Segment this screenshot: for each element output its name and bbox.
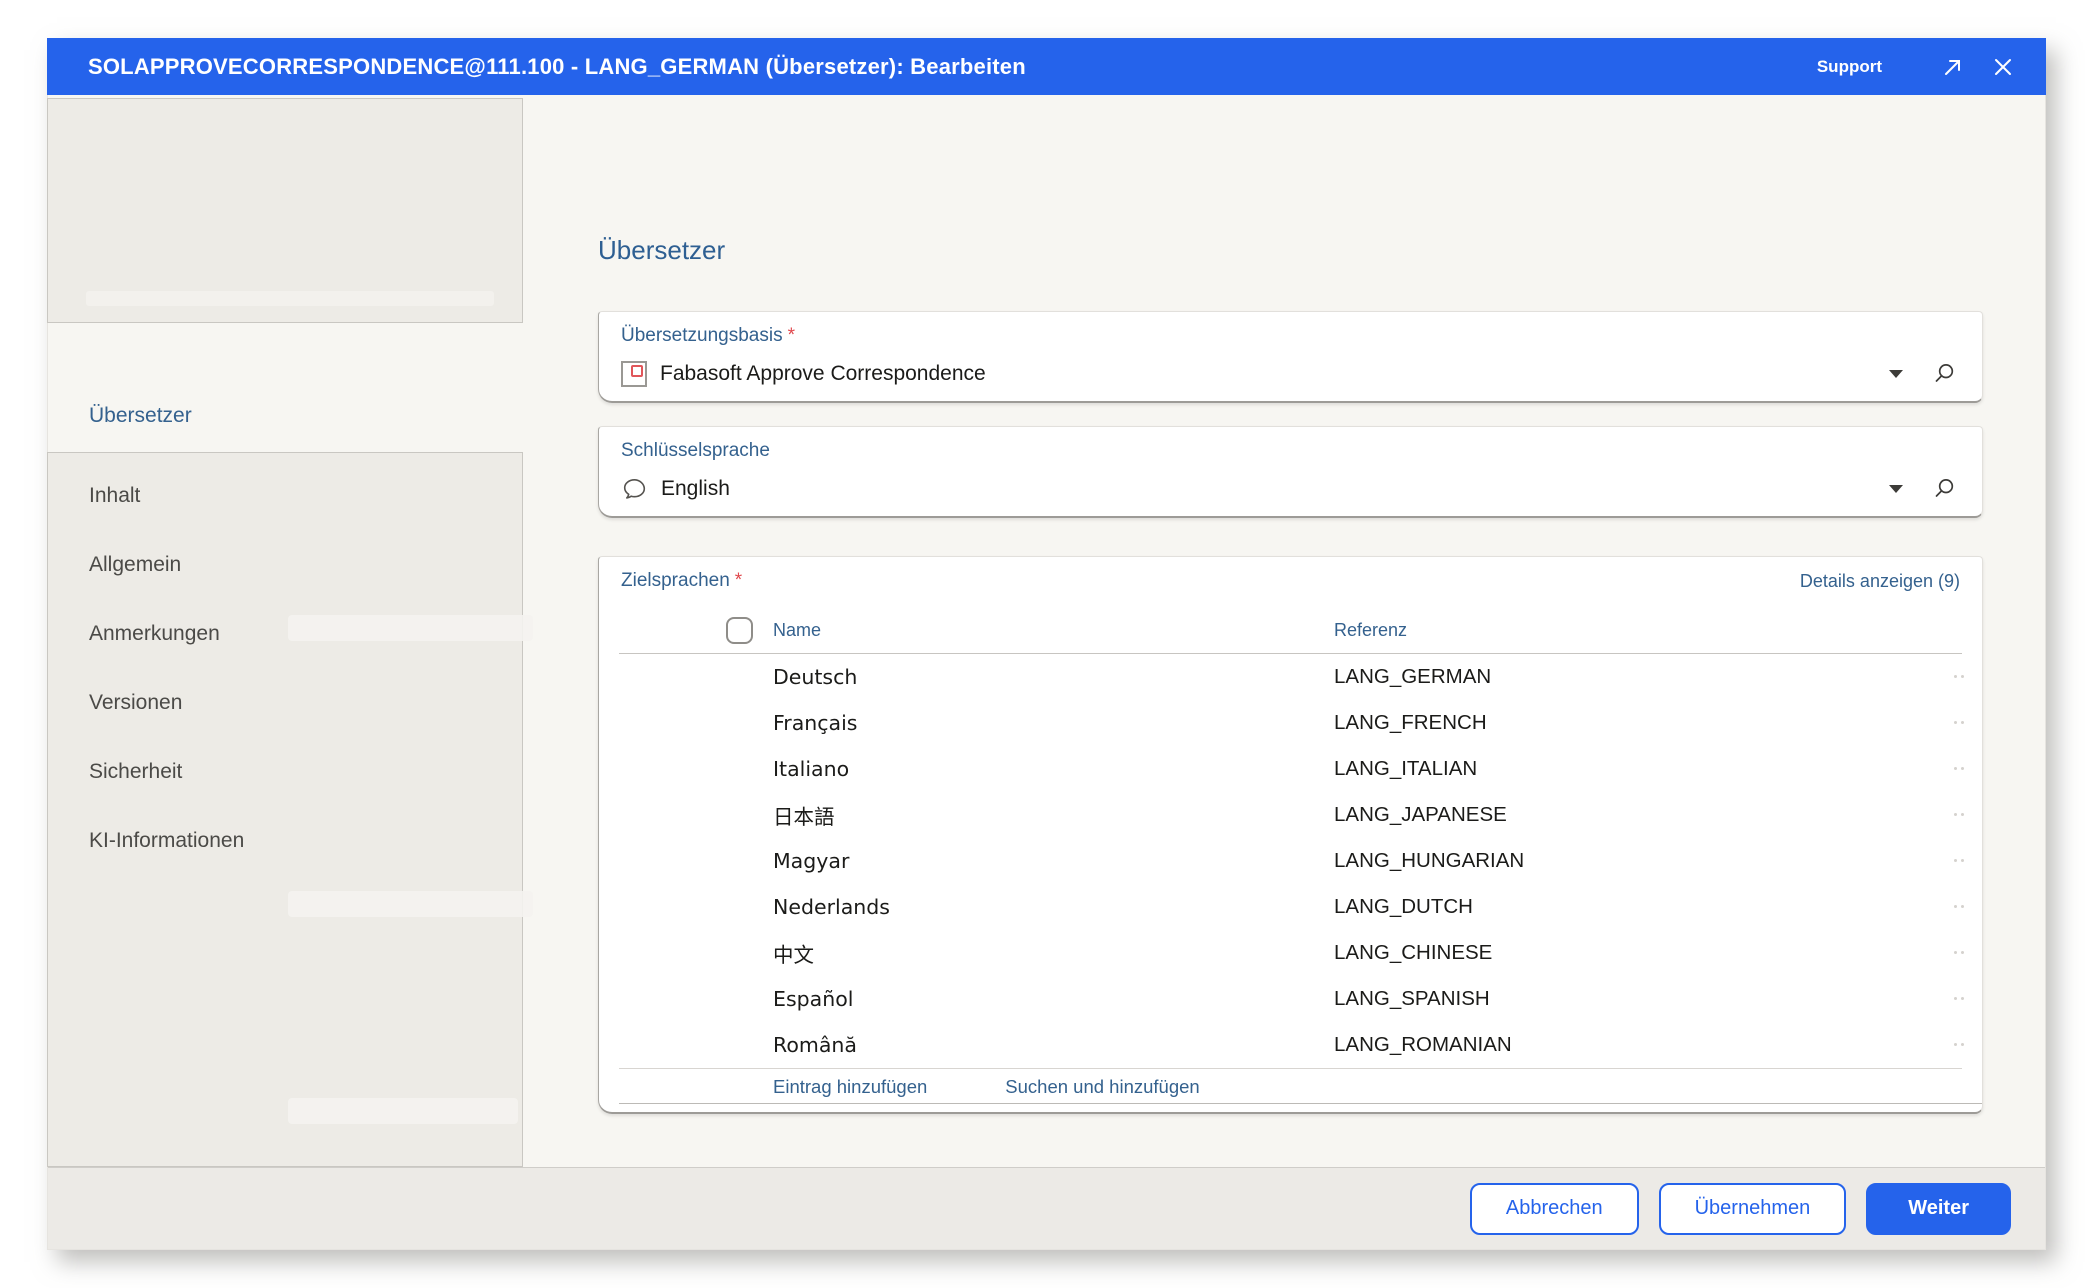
table-row[interactable]: Nederlands LANG_DUTCH	[599, 884, 1982, 930]
support-link[interactable]: Support	[1817, 57, 1882, 77]
dropdown-caret-icon[interactable]	[1889, 485, 1903, 493]
table-row[interactable]: Magyar LANG_HUNGARIAN	[599, 838, 1982, 884]
table-footer-links: Eintrag hinzufügen Suchen und hinzufügen	[773, 1069, 1962, 1105]
sidebar-item-allgemein[interactable]: Allgemein	[48, 530, 522, 599]
window-title: SOLAPPROVECORRESPONDENCE@111.100 - LANG_…	[88, 54, 1817, 80]
row-reference: LANG_ROMANIAN	[1334, 1033, 1512, 1057]
row-name: Română	[773, 1033, 1334, 1057]
field-schluesselsprache: Schlüsselsprache English	[598, 426, 1983, 518]
sidebar-item-ki-informationen[interactable]: KI-Informationen	[48, 806, 522, 875]
row-reference: LANG_ITALIAN	[1334, 757, 1477, 781]
card-inner-bottom-line	[619, 1103, 1982, 1104]
row-handle-dots	[1954, 721, 1964, 724]
field-label: Schlüsselsprache	[621, 440, 770, 462]
row-name: Deutsch	[773, 665, 1334, 689]
row-reference: LANG_JAPANESE	[1334, 803, 1507, 827]
table-label-row: Zielsprachen* Details anzeigen (9)	[621, 570, 1960, 592]
object-icon	[621, 361, 647, 387]
table-rows: Deutsch LANG_GERMAN Français LANG_FRENCH…	[599, 654, 1982, 1068]
table-row[interactable]: Français LANG_FRENCH	[599, 700, 1982, 746]
field-controls	[1889, 477, 1956, 500]
row-name: Español	[773, 987, 1334, 1011]
row-reference: LANG_GERMAN	[1334, 665, 1491, 689]
sidebar-item-uebersetzer[interactable]: Übersetzer	[48, 380, 526, 452]
page-title: Übersetzer	[598, 235, 725, 266]
row-handle-dots	[1954, 813, 1964, 816]
dialog-footer: Abbrechen Übernehmen Weiter	[48, 1167, 2045, 1249]
row-handle-dots	[1954, 1043, 1964, 1046]
sidebar-item-inhalt[interactable]: Inhalt	[48, 461, 522, 530]
field-uebersetzungsbasis: Übersetzungsbasis* Fabasoft Approve Corr…	[598, 311, 1983, 403]
column-header-name[interactable]: Name	[773, 620, 821, 641]
row-handle-dots	[1954, 951, 1964, 954]
sidebar-item-label: Allgemein	[89, 553, 181, 577]
skeleton-line	[288, 1098, 518, 1124]
zielsprachen-table-card: Zielsprachen* Details anzeigen (9) Name …	[598, 556, 1983, 1114]
sidebar-items-panel: Inhalt Allgemein Anmerkungen Versionen S…	[47, 452, 523, 1167]
screenshot-stage: SOLAPPROVECORRESPONDENCE@111.100 - LANG_…	[0, 0, 2085, 1288]
field-label: Übersetzungsbasis*	[621, 325, 795, 347]
sidebar-item-label: Inhalt	[89, 484, 140, 508]
details-anzeigen-link[interactable]: Details anzeigen (9)	[1800, 571, 1960, 592]
suchen-und-hinzufuegen-link[interactable]: Suchen und hinzufügen	[1005, 1076, 1199, 1098]
close-icon[interactable]	[1990, 54, 2016, 80]
open-external-icon[interactable]	[1940, 54, 1966, 80]
row-name: 中文	[773, 938, 1334, 968]
sidebar-item-label: Sicherheit	[89, 760, 182, 784]
dropdown-caret-icon[interactable]	[1889, 370, 1903, 378]
row-name: 日本語	[773, 800, 1334, 830]
table-row[interactable]: Română LANG_ROMANIAN	[599, 1022, 1982, 1068]
schluesselsprache-value[interactable]: English	[621, 471, 730, 507]
abbrechen-button[interactable]: Abbrechen	[1470, 1183, 1639, 1235]
row-reference: LANG_CHINESE	[1334, 941, 1492, 965]
row-name: Italiano	[773, 757, 1334, 781]
table-row[interactable]: Italiano LANG_ITALIAN	[599, 746, 1982, 792]
table-row[interactable]: Español LANG_SPANISH	[599, 976, 1982, 1022]
table-header: Name Referenz	[599, 607, 1982, 653]
table-row[interactable]: 中文 LANG_CHINESE	[599, 930, 1982, 976]
uebernehmen-button[interactable]: Übernehmen	[1659, 1183, 1847, 1235]
table-row[interactable]: 日本語 LANG_JAPANESE	[599, 792, 1982, 838]
field-value-text: English	[661, 477, 730, 501]
search-icon[interactable]	[1933, 362, 1956, 385]
field-value-text: Fabasoft Approve Correspondence	[660, 362, 986, 386]
search-icon[interactable]	[1933, 477, 1956, 500]
select-all-checkbox[interactable]	[726, 617, 753, 644]
dialog-window: SOLAPPROVECORRESPONDENCE@111.100 - LANG_…	[47, 38, 2046, 1250]
row-handle-dots	[1954, 767, 1964, 770]
sidebar-header-panel	[47, 98, 523, 323]
sidebar-item-versionen[interactable]: Versionen	[48, 668, 522, 737]
eintrag-hinzufuegen-link[interactable]: Eintrag hinzufügen	[773, 1076, 927, 1098]
skeleton-line	[288, 891, 533, 917]
row-name: Magyar	[773, 849, 1334, 873]
sidebar-item-label: Anmerkungen	[89, 622, 220, 646]
row-name: Français	[773, 711, 1334, 735]
sidebar: Übersetzer Inhalt Allgemein Anmerkungen …	[48, 96, 526, 1167]
sidebar-item-label: Versionen	[89, 691, 182, 715]
row-name: Nederlands	[773, 895, 1334, 919]
row-handle-dots	[1954, 905, 1964, 908]
row-handle-dots	[1954, 675, 1964, 678]
row-reference: LANG_SPANISH	[1334, 987, 1490, 1011]
field-controls	[1889, 362, 1956, 385]
row-reference: LANG_HUNGARIAN	[1334, 849, 1524, 873]
language-bubble-icon	[621, 476, 648, 503]
sidebar-item-label: Übersetzer	[89, 404, 192, 428]
required-marker: *	[735, 570, 742, 591]
sidebar-item-sicherheit[interactable]: Sicherheit	[48, 737, 522, 806]
weiter-button[interactable]: Weiter	[1866, 1183, 2011, 1235]
sidebar-item-label: KI-Informationen	[89, 829, 244, 853]
skeleton-line	[288, 615, 533, 641]
table-label: Zielsprachen*	[621, 570, 742, 592]
row-handle-dots	[1954, 859, 1964, 862]
row-reference: LANG_FRENCH	[1334, 711, 1487, 735]
column-header-referenz[interactable]: Referenz	[1334, 620, 1407, 641]
row-handle-dots	[1954, 997, 1964, 1000]
uebersetzungsbasis-value[interactable]: Fabasoft Approve Correspondence	[621, 356, 986, 392]
required-marker: *	[788, 325, 795, 346]
table-row[interactable]: Deutsch LANG_GERMAN	[599, 654, 1982, 700]
titlebar: SOLAPPROVECORRESPONDENCE@111.100 - LANG_…	[47, 38, 2046, 95]
skeleton-line	[86, 291, 494, 306]
row-reference: LANG_DUTCH	[1334, 895, 1473, 919]
